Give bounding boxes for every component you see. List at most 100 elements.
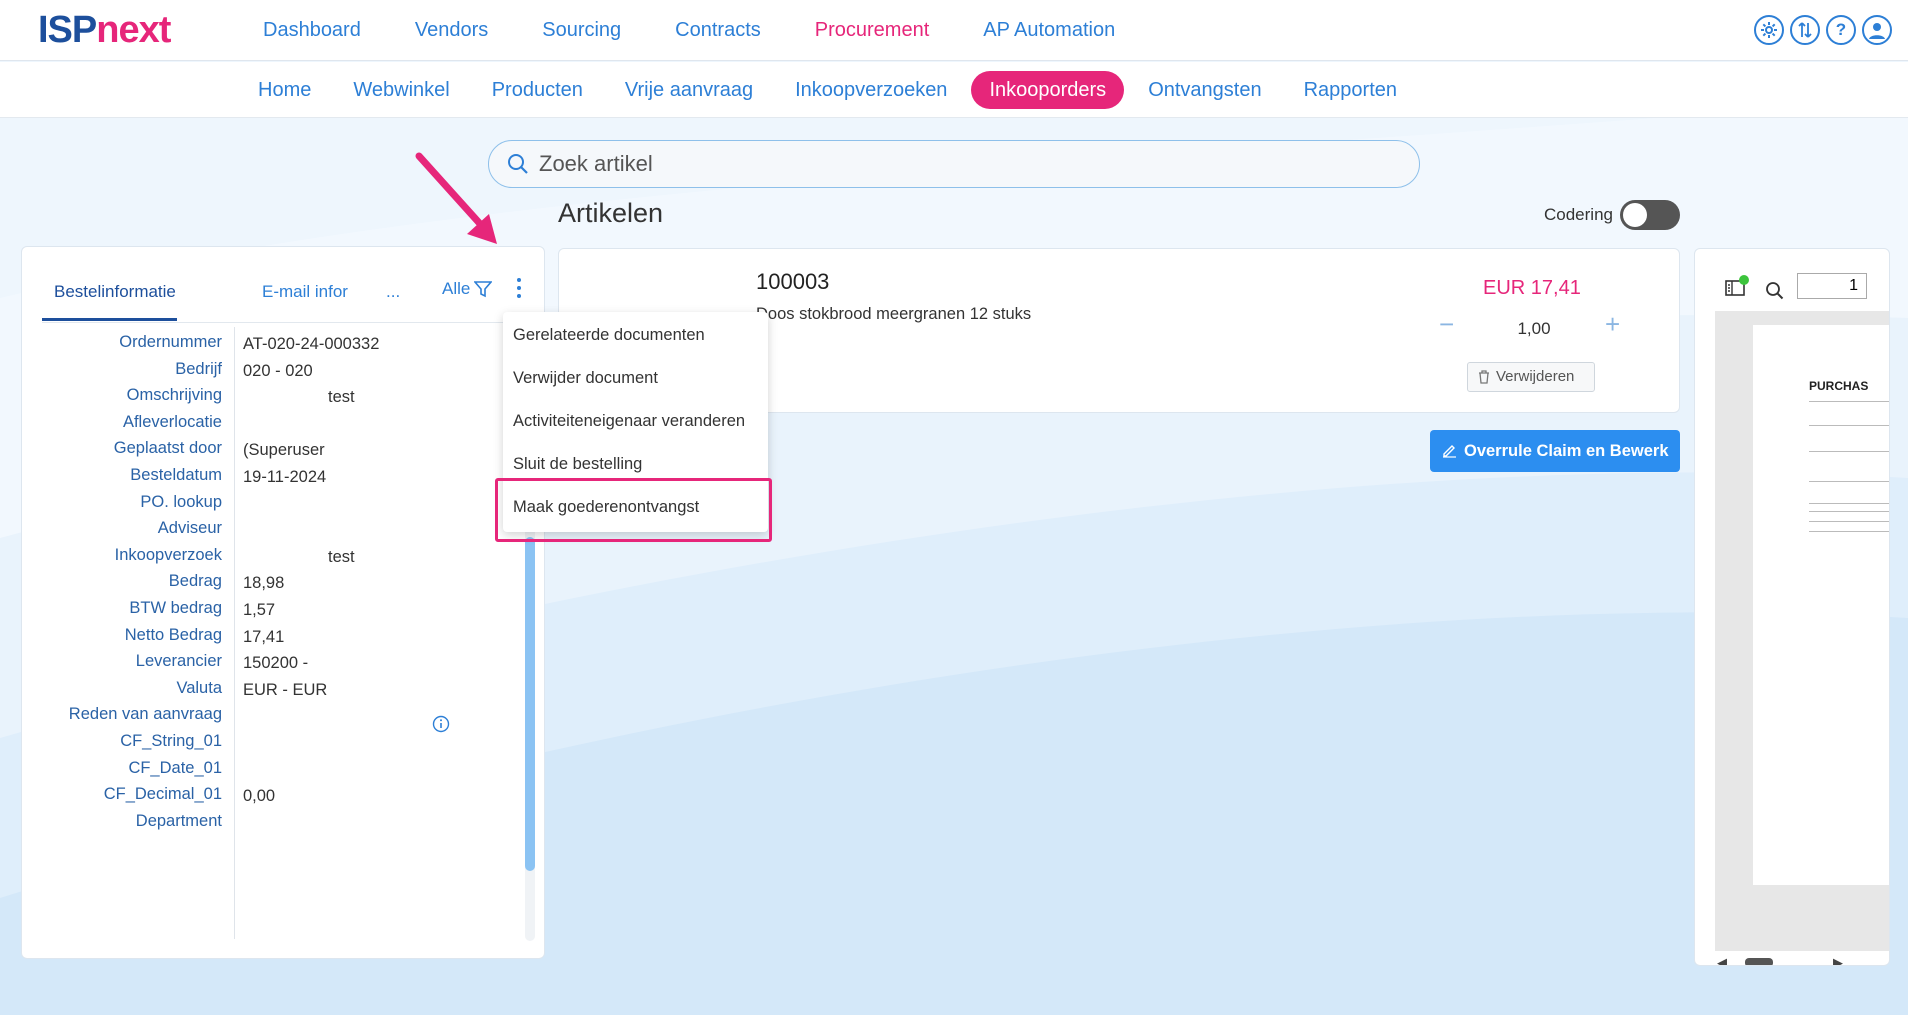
article-description: Doos stokbrood meergranen 12 stuks [756, 305, 1032, 323]
search-input[interactable] [539, 147, 1399, 181]
field-label: CF_Decimal_01 [103, 785, 222, 804]
main-nav-ap-automation[interactable]: AP Automation [956, 0, 1142, 61]
main-nav-sourcing[interactable]: Sourcing [515, 0, 648, 61]
sub-navigation-bar: Home Webwinkel Producten Vrije aanvraag … [0, 62, 1908, 118]
sub-nav-producten[interactable]: Producten [474, 71, 601, 109]
field-value: test [328, 388, 355, 407]
article-code: 100003 [756, 269, 830, 294]
menu-item-close-order[interactable]: Sluit de bestelling [513, 455, 642, 474]
scroll-right-icon[interactable]: ▶ [1833, 955, 1843, 965]
search-icon[interactable] [1765, 281, 1785, 301]
brand-logo[interactable]: ISPnext [38, 9, 171, 52]
help-icon[interactable]: ? [1826, 15, 1856, 45]
scrollbar-thumb[interactable] [525, 537, 535, 871]
field-label: Adviseur [157, 519, 222, 538]
preview-area: PURCHAS [1715, 311, 1889, 951]
sub-nav-ontvangsten[interactable]: Ontvangsten [1130, 71, 1279, 109]
document-preview: PURCHAS ◀ ▶ [1694, 248, 1890, 966]
field-label: Ordernummer [119, 333, 222, 351]
menu-item-related-documents[interactable]: Gerelateerde documenten [513, 326, 705, 345]
main-nav-dashboard[interactable]: Dashboard [236, 0, 388, 61]
field-value: 17,41 [243, 627, 285, 646]
doc-line [1809, 481, 1889, 482]
annotation-arrow [415, 152, 497, 244]
field-value: 18,98 [243, 574, 285, 593]
sub-nav: Home Webwinkel Producten Vrije aanvraag … [240, 71, 1415, 109]
field-label: PO. lookup [140, 492, 222, 511]
top-navigation-bar: ISPnext Dashboard Vendors Sourcing Contr… [0, 0, 1908, 61]
gear-icon[interactable] [1754, 15, 1784, 45]
sub-nav-inkooporders[interactable]: Inkooporders [971, 71, 1125, 109]
menu-item-change-owner[interactable]: Activiteiteneigenaar veranderen [513, 412, 745, 431]
document-title: PURCHAS [1809, 379, 1869, 393]
main-nav: Dashboard Vendors Sourcing Contracts Pro… [236, 0, 1142, 61]
codering-label: Codering [1544, 205, 1613, 224]
order-info-panel: Bestelinformatie E-mail infor ... Alle O… [21, 246, 545, 959]
main-nav-contracts[interactable]: Contracts [648, 0, 788, 61]
field-label: Omschrijving [126, 386, 222, 405]
user-icon[interactable] [1862, 15, 1892, 45]
quantity-decrease-button[interactable]: − [1439, 309, 1454, 340]
more-options-icon[interactable] [511, 274, 527, 304]
override-label: Overrule Claim en Bewerk [1464, 442, 1669, 460]
field-label: Geplaatst door [113, 439, 222, 458]
field-label: Afleverlocatie [122, 412, 222, 431]
sub-nav-vrije-aanvraag[interactable]: Vrije aanvraag [607, 71, 771, 109]
codering-toggle[interactable] [1620, 200, 1680, 230]
field-label: Besteldatum [130, 466, 222, 484]
toggle-knob [1623, 203, 1647, 227]
sub-nav-webwinkel[interactable]: Webwinkel [335, 71, 467, 109]
field-value: 150200 - [243, 654, 309, 673]
sub-nav-rapporten[interactable]: Rapporten [1286, 71, 1415, 109]
logo-part-isp: ISP [38, 9, 97, 51]
trash-icon [1479, 370, 1489, 384]
field-label: Bedrag [168, 572, 222, 591]
field-label: BTW bedrag [129, 599, 222, 617]
preview-horizontal-scrollbar[interactable]: ◀ ▶ [1715, 955, 1855, 965]
status-dot [1739, 275, 1749, 285]
tab-email-info[interactable]: E-mail infor [262, 277, 352, 321]
field-label: Valuta [176, 678, 222, 697]
tab-bestelinformatie[interactable]: Bestelinformatie [42, 277, 177, 321]
info-icon[interactable] [432, 715, 450, 733]
field-label: Leverancier [135, 652, 222, 671]
filter-icon[interactable] [474, 280, 492, 298]
options-menu: Gerelateerde documenten Verwijder docume… [503, 312, 768, 532]
menu-item-create-goods-receipt[interactable]: Maak goederenontvangst [513, 498, 699, 517]
sub-nav-inkoopverzoeken[interactable]: Inkoopverzoeken [777, 71, 965, 109]
quantity-increase-button[interactable]: + [1605, 309, 1620, 340]
field-value: 1,57 [243, 601, 276, 619]
doc-line [1809, 503, 1889, 504]
doc-line [1809, 521, 1889, 522]
field-label: Inkoopverzoek [114, 545, 222, 564]
delete-article-button[interactable]: Verwijderen [1467, 362, 1595, 392]
article-price: EUR 17,41 [1483, 277, 1581, 299]
quantity-value[interactable]: 1,00 [1479, 319, 1589, 339]
field-label: Reden van aanvraag [68, 705, 222, 724]
doc-line [1809, 401, 1889, 402]
menu-item-delete-document[interactable]: Verwijder document [513, 369, 658, 388]
scroll-left-icon[interactable]: ◀ [1717, 955, 1727, 965]
page-number-input[interactable] [1797, 273, 1867, 299]
main-nav-procurement[interactable]: Procurement [788, 0, 957, 61]
doc-line [1809, 511, 1889, 512]
field-label: Bedrijf [175, 359, 222, 378]
override-claim-button[interactable]: Overrule Claim en Bewerk [1430, 430, 1680, 472]
doc-line [1809, 425, 1889, 426]
sub-nav-home[interactable]: Home [240, 71, 329, 109]
articles-title: Artikelen [558, 198, 664, 228]
field-label: CF_Date_01 [128, 758, 222, 777]
doc-line [1809, 451, 1889, 452]
pencil-icon [1443, 445, 1456, 458]
field-value: test [328, 547, 355, 566]
main-nav-vendors[interactable]: Vendors [388, 0, 515, 61]
filter-label[interactable]: Alle [442, 279, 470, 299]
doc-line [1809, 531, 1889, 532]
tab-more[interactable]: ... [386, 277, 400, 321]
sync-icon[interactable] [1790, 15, 1820, 45]
field-value: AT-020-24-000332 [243, 335, 380, 353]
field-value: EUR - EUR [243, 680, 328, 699]
field-value: 0,00 [243, 787, 276, 806]
field-label: Netto Bedrag [124, 625, 222, 644]
scroll-thumb[interactable] [1745, 958, 1773, 965]
